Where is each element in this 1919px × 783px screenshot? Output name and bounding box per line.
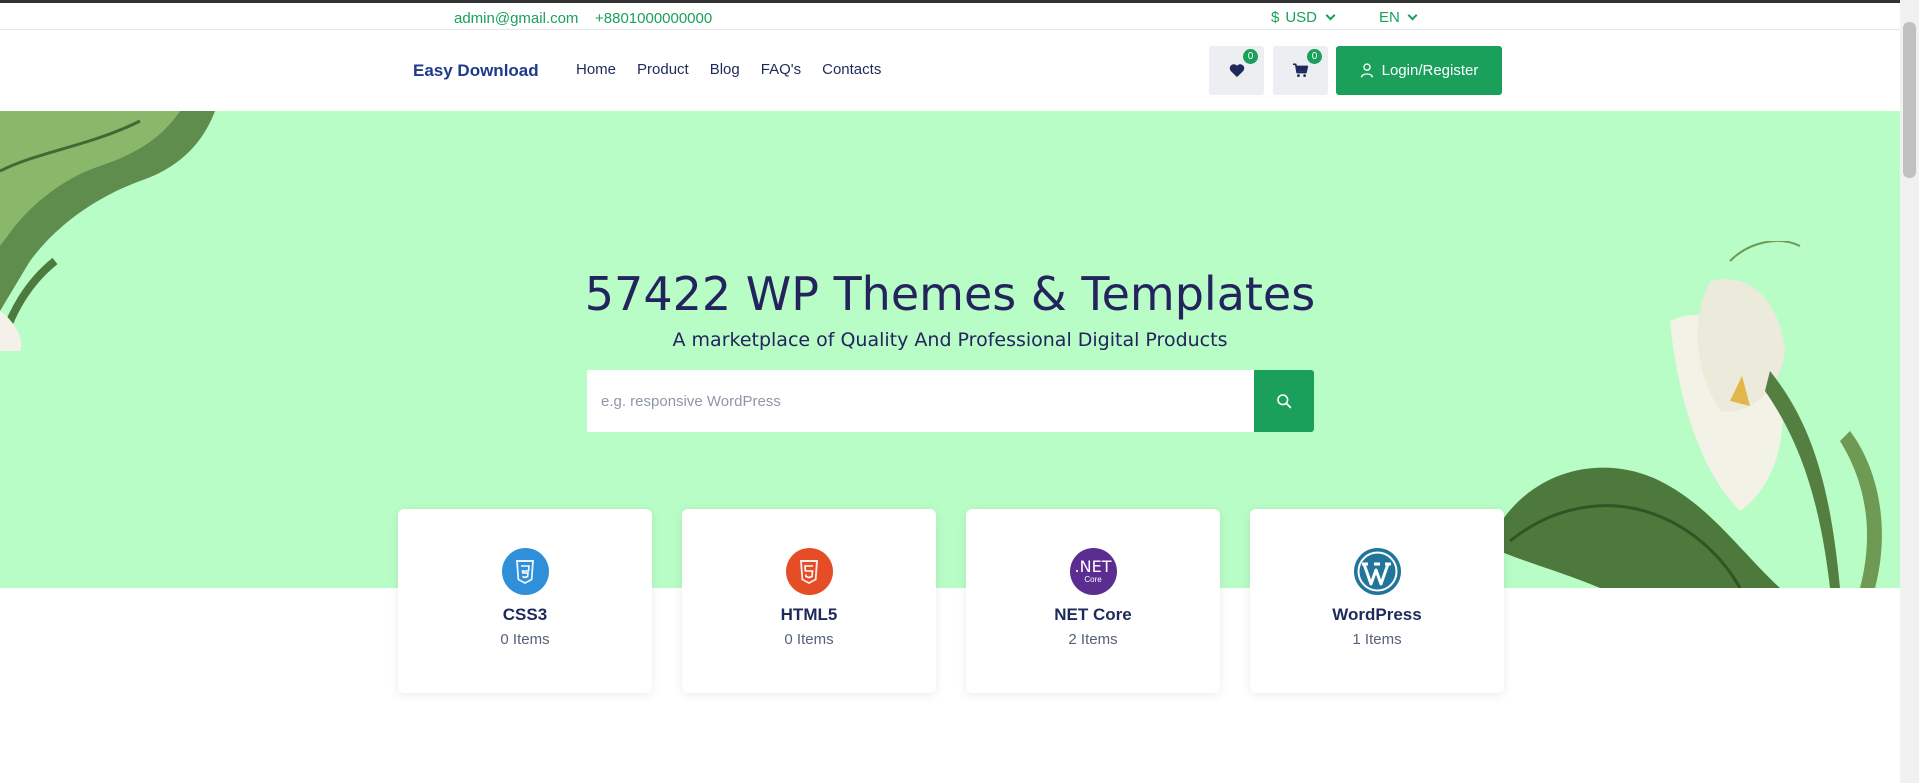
main-nav: Home Product Blog FAQ's Contacts	[576, 61, 902, 78]
category-card-html5[interactable]: HTML5 0 Items	[682, 509, 936, 693]
category-card-css3[interactable]: CSS3 0 Items	[398, 509, 652, 693]
category-name: NET Core	[1054, 605, 1132, 624]
category-card-wordpress[interactable]: WordPress 1 Items	[1250, 509, 1504, 693]
heart-icon	[1229, 64, 1244, 78]
category-item-count: 1 Items	[1352, 631, 1402, 648]
search-bar	[587, 370, 1314, 432]
cart-button[interactable]: 0	[1273, 46, 1328, 95]
main-header: Easy Download Home Product Blog FAQ's Co…	[0, 30, 1900, 111]
category-cards: CSS3 0 Items HTML5 0 Items .NET Core NET…	[398, 509, 1504, 693]
search-icon	[1277, 394, 1292, 409]
currency-selector[interactable]: $ USD	[1271, 9, 1336, 26]
hero-subtitle: A marketplace of Quality And Professiona…	[672, 329, 1228, 351]
html5-icon	[785, 548, 833, 595]
category-item-count: 0 Items	[784, 631, 834, 648]
dotnet-icon-text: .NET	[1074, 557, 1112, 576]
dotnet-icon-subtext: Core	[1084, 575, 1102, 584]
dotnet-core-icon: .NET Core	[1069, 548, 1117, 595]
category-card-net-core[interactable]: .NET Core NET Core 2 Items	[966, 509, 1220, 693]
chevron-down-icon	[1407, 10, 1418, 21]
shopping-cart-icon	[1293, 63, 1309, 77]
page-scrollbar[interactable]	[1900, 0, 1919, 783]
wordpress-icon	[1353, 548, 1401, 595]
login-register-label: Login/Register	[1381, 62, 1479, 79]
contact-phone-link[interactable]: +8801000000000	[595, 10, 712, 27]
nav-contacts[interactable]: Contacts	[822, 61, 881, 78]
search-button[interactable]	[1254, 370, 1314, 432]
currency-label: USD	[1285, 9, 1318, 26]
language-label: EN	[1379, 9, 1400, 26]
top-bar: admin@gmail.com +8801000000000 $ USD EN	[0, 3, 1900, 30]
category-item-count: 2 Items	[1068, 631, 1118, 648]
wishlist-button[interactable]: 0	[1209, 46, 1264, 95]
currency-symbol: $	[1271, 9, 1280, 26]
category-name: HTML5	[780, 605, 838, 624]
language-selector[interactable]: EN	[1379, 9, 1418, 26]
search-input[interactable]	[587, 370, 1254, 432]
chevron-down-icon	[1325, 10, 1336, 21]
cart-count-badge: 0	[1307, 49, 1322, 64]
login-register-button[interactable]: Login/Register	[1336, 46, 1502, 95]
category-name: CSS3	[502, 605, 548, 624]
category-name: WordPress	[1332, 605, 1422, 624]
category-item-count: 0 Items	[500, 631, 550, 648]
hero-title: 57422 WP Themes & Templates	[584, 267, 1316, 321]
site-logo[interactable]: Easy Download	[413, 61, 539, 81]
contact-email-link[interactable]: admin@gmail.com	[454, 10, 578, 27]
wishlist-count-badge: 0	[1243, 49, 1258, 64]
nav-home[interactable]: Home	[576, 61, 616, 78]
nav-product[interactable]: Product	[637, 61, 689, 78]
css3-icon	[501, 548, 549, 595]
user-icon	[1360, 63, 1373, 78]
scrollbar-thumb[interactable]	[1903, 22, 1916, 178]
nav-faqs[interactable]: FAQ's	[761, 61, 801, 78]
nav-blog[interactable]: Blog	[710, 61, 740, 78]
